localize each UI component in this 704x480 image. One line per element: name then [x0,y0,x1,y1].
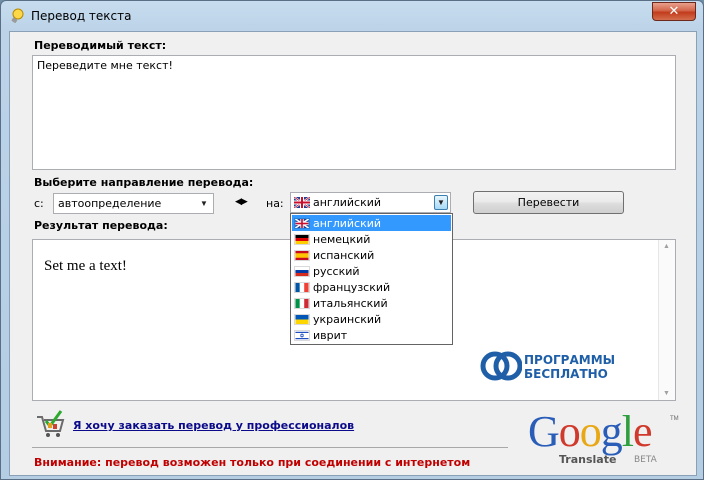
uk-flag-icon [294,197,310,208]
language-option-label: русский [313,264,360,278]
language-dropdown-list[interactable]: английский немецкий испанский русский фр… [290,213,453,345]
germany-flag-icon [294,233,310,245]
to-language-value: английский [313,196,382,209]
israel-flag-icon [294,329,310,341]
from-language-select[interactable]: автоопределение ▼ [53,193,214,214]
language-option-label: французский [313,280,391,294]
result-label: Результат перевода: [34,219,168,232]
trademark-mark: TM [670,416,679,422]
language-option[interactable]: английский [292,215,451,231]
google-translate-logo: Google TM Translate BETA [528,410,688,470]
language-option-label: немецкий [313,232,371,246]
scroll-down-icon[interactable]: ▼ [663,390,670,397]
language-option-label: английский [313,216,382,230]
language-option[interactable]: украинский [292,311,451,327]
swap-arrows-icon[interactable]: ◀▶ [235,196,248,207]
result-scrollbar[interactable]: ▲ ▼ [658,240,675,400]
lightbulb-icon [11,8,24,23]
google-wordmark: Google [528,407,653,456]
chevron-down-icon: ▼ [434,195,448,210]
google-translate-text: Translate [559,453,617,466]
beta-badge: BETA [634,455,657,465]
close-icon: ✕ [668,4,680,19]
language-option-label: итальянский [313,296,388,310]
to-label: на: [266,197,284,210]
source-text: Переведите мне текст! [37,59,173,72]
result-text: Set me a text! [44,258,127,274]
connection-warning: Внимание: перевод возможен только при со… [34,456,471,469]
from-language-value: автоопределение [58,197,162,210]
translate-button[interactable]: Перевести [473,191,624,214]
main-window: Перевод текста ✕ Переводимый текст: Пере… [0,0,704,480]
spain-flag-icon [294,249,310,261]
promo-banner[interactable]: ПРОГРАММЫ БЕСПЛАТНО [480,349,640,385]
close-button[interactable]: ✕ [652,2,696,21]
italy-flag-icon [294,297,310,309]
to-language-select[interactable]: английский ▼ [290,192,451,213]
from-label: с: [34,197,44,210]
title-bar[interactable]: Перевод текста ✕ [1,1,703,31]
window-title: Перевод текста [31,9,132,23]
source-text-input[interactable]: Переведите мне текст! [32,55,676,170]
uk-flag-icon [294,217,310,229]
language-option-label: испанский [313,248,375,262]
chevron-down-icon: ▼ [200,199,208,208]
direction-label: Выберите направление перевода: [34,176,254,189]
scroll-up-icon[interactable]: ▲ [663,243,670,250]
order-professional-link[interactable]: Я хочу заказать перевод у профессионалов [73,419,354,432]
language-option[interactable]: русский [292,263,451,279]
dialog-body: Переводимый текст: Переведите мне текст!… [9,31,697,476]
language-option[interactable]: иврит [292,327,451,343]
language-option-label: иврит [313,328,348,342]
france-flag-icon [294,281,310,293]
language-option-label: украинский [313,312,382,326]
promo-line-2: БЕСПЛАТНО [524,367,608,381]
russia-flag-icon [294,265,310,277]
promo-logo-icon [480,351,522,381]
language-option[interactable]: немецкий [292,231,451,247]
language-option[interactable]: итальянский [292,295,451,311]
divider [32,447,508,448]
source-label: Переводимый текст: [34,39,167,52]
language-option[interactable]: испанский [292,247,451,263]
ukraine-flag-icon [294,313,310,325]
promo-line-1: ПРОГРАММЫ [524,353,616,367]
language-option[interactable]: французский [292,279,451,295]
shopping-cart-icon[interactable] [34,409,66,439]
